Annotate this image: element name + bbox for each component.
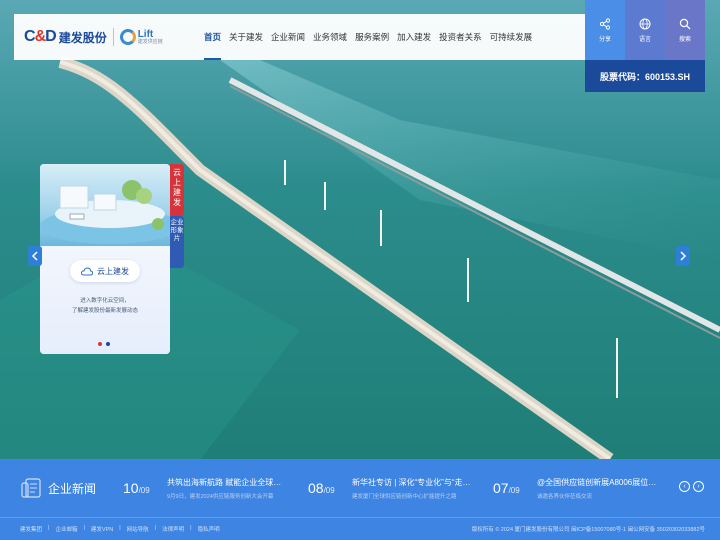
footer-divider: | <box>83 525 85 531</box>
news-month: /09 <box>138 486 150 495</box>
footer-divider: | <box>154 525 157 531</box>
footer-divider: | <box>190 525 192 531</box>
pagination-dot[interactable] <box>106 342 110 346</box>
slide-prev-button[interactable] <box>28 246 42 266</box>
news-date: 07/09 <box>493 480 537 496</box>
news-title-label: 企业新闻 <box>48 481 97 496</box>
cloud-entry-label: 云上建发 <box>97 266 129 276</box>
news-month: /09 <box>508 486 520 495</box>
copyright-text: 版权所有 © 2024 厦门建发股份有限公司 闽ICP备15007080号-1 … <box>471 527 705 533</box>
cloud-card[interactable]: 云上建发 进入数字化云空间， 了解建发股份最新发展动态 <box>40 164 170 354</box>
news-headline: @全国供应链创新展A8006展位… <box>537 477 657 487</box>
news-bar: 企业新闻 10/09 共筑出海新航路 赋能企业全球化… 9月9日，建发2024供… <box>0 459 720 517</box>
search-button[interactable]: 搜索 <box>665 0 705 60</box>
nav-item-sustainability[interactable]: 可持续发展 <box>490 14 533 60</box>
lift-logo: Lift 建发供应链 <box>137 28 163 45</box>
news-section-title[interactable]: 企业新闻 <box>20 476 120 500</box>
news-item[interactable]: 10/09 共筑出海新航路 赋能企业全球化… 9月9日，建发2024供应链服务创… <box>123 459 287 517</box>
footer-link-group[interactable]: 建发集团 <box>20 525 42 533</box>
news-document-icon <box>21 478 41 498</box>
news-headline: 共筑出海新航路 赋能企业全球化… <box>167 477 287 487</box>
footer-links: 建发集团 | 企业邮箱 | 建发VPN | 网站导航 | 法律声明 | 隐私声明 <box>20 525 226 533</box>
footer-link-legal[interactable]: 法律声明 <box>162 525 184 533</box>
footer-link-privacy[interactable]: 隐私声明 <box>198 525 220 533</box>
news-text: @全国供应链创新展A8006展位… 诚邀各界伙伴莅临交流 <box>537 477 657 500</box>
main-nav: 首页 关于建发 企业新闻 业务领域 服务案例 加入建发 投资者关系 可持续发展 <box>204 14 540 60</box>
footer-link-mail[interactable]: 企业邮箱 <box>55 525 77 533</box>
footer-link-vpn[interactable]: 建发VPN <box>91 525 113 533</box>
news-text: 共筑出海新航路 赋能企业全球化… 9月9日，建发2024供应链服务创新大会开幕 <box>167 477 287 500</box>
cloud-icon <box>81 266 93 275</box>
pagination-dot-active[interactable] <box>98 342 102 346</box>
footer-link-sitemap[interactable]: 网站导航 <box>127 525 149 533</box>
cloud-card-body: 云上建发 进入数字化云空间， 了解建发股份最新发展动态 <box>40 246 170 354</box>
lift-logo-icon <box>119 29 136 45</box>
news-next-button[interactable]: › <box>693 481 704 492</box>
news-pager: ‹ › <box>679 481 704 492</box>
news-date: 10/09 <box>123 480 167 496</box>
footer-divider: | <box>119 525 121 531</box>
nav-item-cases[interactable]: 服务案例 <box>355 14 389 60</box>
language-label: 语言 <box>638 36 651 43</box>
header-tools: 分享 语言 搜索 <box>585 0 705 60</box>
campus-illustration <box>40 180 170 244</box>
lift-logo-name: Lift <box>137 28 154 40</box>
news-date: 08/09 <box>308 480 352 496</box>
news-item[interactable]: 08/09 新华社专访 | 深化“专业化”与“走… 建发厦门全球供应链创新中心扩… <box>308 459 472 517</box>
news-summary: 诚邀各界伙伴莅临交流 <box>537 493 593 500</box>
news-month: /09 <box>323 486 335 495</box>
share-label: 分享 <box>598 36 611 43</box>
footer-divider: | <box>48 525 50 531</box>
nav-item-news[interactable]: 企业新闻 <box>271 14 305 60</box>
search-icon <box>679 18 691 29</box>
globe-icon <box>639 18 651 29</box>
share-button[interactable]: 分享 <box>585 0 625 60</box>
nav-item-investors[interactable]: 投资者关系 <box>439 14 482 60</box>
tab-corporate-video[interactable]: 企业形象片 <box>170 216 184 268</box>
news-prev-button[interactable]: ‹ <box>679 481 690 492</box>
site-footer: 建发集团 | 企业邮箱 | 建发VPN | 网站导航 | 法律声明 | 隐私声明… <box>0 517 720 540</box>
news-day: 10 <box>123 480 139 496</box>
cloud-card-image <box>40 164 170 246</box>
news-item[interactable]: 07/09 @全国供应链创新展A8006展位… 诚邀各界伙伴莅临交流 <box>493 459 657 517</box>
nav-item-careers[interactable]: 加入建发 <box>397 14 431 60</box>
news-text: 新华社专访 | 深化“专业化”与“走… 建发厦门全球供应链创新中心扩能提升之路 <box>352 477 472 500</box>
site-header: C&D 建发股份 Lift 建发供应链 首页 关于建发 企业新闻 业务领域 服务… <box>14 0 705 60</box>
cloud-card-desc-line2: 了解建发股份最新发展动态 <box>71 308 138 314</box>
cloud-card-description: 进入数字化云空间， 了解建发股份最新发展动态 <box>40 296 170 316</box>
nav-item-home[interactable]: 首页 <box>204 14 222 60</box>
nav-item-about[interactable]: 关于建发 <box>229 14 263 60</box>
logo-divider <box>112 28 114 46</box>
news-day: 07 <box>493 480 509 496</box>
lift-logo-sub: 建发供应链 <box>137 38 163 45</box>
news-headline: 新华社专访 | 深化“专业化”与“走… <box>352 477 471 487</box>
slide-next-button[interactable] <box>676 246 690 266</box>
site-logo[interactable]: C&D 建发股份 Lift 建发供应链 <box>14 14 204 60</box>
news-summary: 9月9日，建发2024供应链服务创新大会开幕 <box>167 493 274 500</box>
cloud-entry-button[interactable]: 云上建发 <box>70 260 140 282</box>
logo-cn-name: 建发股份 <box>58 30 107 45</box>
news-day: 08 <box>308 480 324 496</box>
chevron-right-icon <box>680 251 687 261</box>
tab-cloud-cd[interactable]: 云上建发 <box>170 164 184 216</box>
share-icon <box>599 17 611 30</box>
news-summary: 建发厦门全球供应链创新中心扩能提升之路 <box>352 493 457 500</box>
language-button[interactable]: 语言 <box>625 0 665 60</box>
search-label: 搜索 <box>678 36 691 43</box>
nav-item-business[interactable]: 业务领域 <box>313 14 347 60</box>
logo-cd-wordmark: C&D <box>24 28 57 45</box>
card-pagination <box>98 342 110 346</box>
stock-code-badge: 股票代码：600153.SH <box>585 60 705 92</box>
chevron-left-icon <box>31 251 38 261</box>
cloud-card-desc-line1: 进入数字化云空间， <box>80 298 130 304</box>
